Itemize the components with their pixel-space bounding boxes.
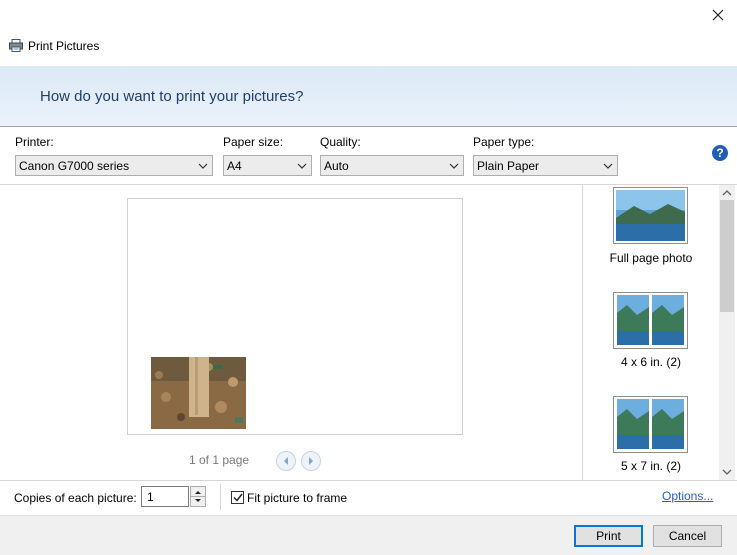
layout-full-page-thumb[interactable] [613,187,688,244]
page-heading: How do you want to print your pictures? [40,88,304,105]
paper-size-select[interactable]: A4 [223,155,312,176]
portrait-thumbnail [652,295,684,345]
page-count: 1 of 1 page [189,453,250,467]
copies-input[interactable]: 1 [141,486,189,507]
print-button[interactable]: Print [574,525,643,547]
paper-type-select[interactable]: Plain Paper [473,155,618,176]
layout-5x7-thumb[interactable] [613,396,688,453]
next-page-button[interactable] [301,451,321,471]
previous-page-button[interactable] [276,451,296,471]
printer-value: Canon G7000 series [19,158,130,173]
close-button[interactable] [706,4,730,26]
help-button[interactable]: ? [712,145,728,161]
fit-picture-label[interactable]: Fit picture to frame [247,491,347,505]
printer-icon [9,39,23,52]
landscape-thumbnail [616,190,685,241]
options-link[interactable]: Options... [662,489,713,503]
quality-label: Quality: [320,135,361,149]
portrait-thumbnail [652,399,684,449]
divider [220,484,221,510]
quality-value: Auto [324,158,349,173]
scrollbar-thumb[interactable] [720,200,734,312]
window-title: Print Pictures [28,39,100,53]
scroll-down-icon[interactable] [721,466,733,480]
paper-size-label: Paper size: [223,135,284,149]
checkmark-icon [232,493,243,502]
chevron-down-icon [198,163,208,169]
printer-label: Printer: [15,135,54,149]
help-icon: ? [716,146,724,160]
copies-value: 1 [147,489,154,504]
fit-picture-checkbox[interactable] [231,491,244,504]
preview-photo [151,357,246,429]
portrait-thumbnail [617,399,649,449]
stepper-arrows-icon [191,491,205,502]
quality-select[interactable]: Auto [320,155,464,176]
layout-full-page-label[interactable]: Full page photo [591,251,711,265]
chevron-down-icon [449,163,459,169]
chevron-down-icon [603,163,613,169]
paper-size-value: A4 [227,158,242,173]
chevron-right-icon [309,457,313,465]
copies-label: Copies of each picture: [14,491,137,505]
layout-5x7-label[interactable]: 5 x 7 in. (2) [591,459,711,473]
portrait-thumbnail [617,295,649,345]
chevron-left-icon [284,457,288,465]
paper-type-label: Paper type: [473,135,535,149]
layout-4x6-thumb[interactable] [613,292,688,349]
divider [582,185,583,480]
scroll-up-icon[interactable] [721,187,733,201]
paper-type-value: Plain Paper [477,158,540,173]
chevron-down-icon [297,163,307,169]
copies-stepper[interactable] [190,486,206,507]
layout-4x6-label[interactable]: 4 x 6 in. (2) [591,355,711,369]
printer-select[interactable]: Canon G7000 series [15,155,213,176]
close-icon [712,9,724,21]
divider [0,480,737,481]
cancel-button[interactable]: Cancel [653,525,722,547]
divider [0,184,737,185]
